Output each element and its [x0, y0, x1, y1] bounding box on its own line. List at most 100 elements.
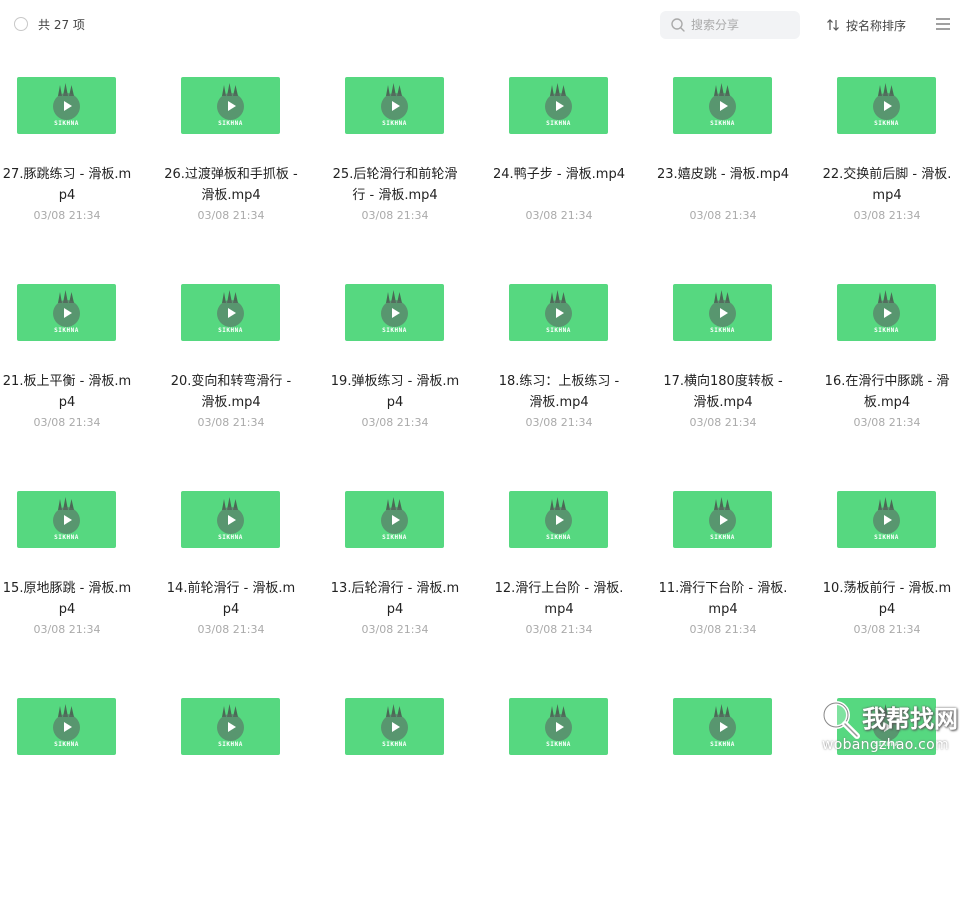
file-name[interactable]: 17.横向180度转板 - 滑板.mp4 — [656, 371, 790, 413]
file-name[interactable]: 23.嬉皮跳 - 滑板.mp4 — [656, 164, 790, 185]
thumbnail-brand: SIKHNA — [546, 741, 571, 748]
file-name[interactable]: 26.过渡弹板和手抓板 - 滑板.mp4 — [164, 164, 298, 206]
file-name[interactable]: 20.变向和转弯滑行 - 滑板.mp4 — [164, 371, 298, 413]
play-icon — [381, 93, 408, 120]
file-time: 03/08 21:34 — [33, 209, 101, 222]
file-card[interactable]: SIKHNA 15.原地豚跳 - 滑板.mp4 03/08 21:34 — [0, 491, 150, 691]
play-icon — [545, 714, 572, 741]
play-icon — [709, 93, 736, 120]
thumbnail-brand: SIKHNA — [710, 534, 735, 541]
file-card[interactable]: SIKHNA 24.鸭子步 - 滑板.mp4 03/08 21:34 — [492, 77, 642, 277]
file-name[interactable]: 27.豚跳练习 - 滑板.mp4 — [0, 164, 134, 206]
video-thumbnail[interactable]: SIKHNA — [17, 491, 116, 548]
file-time: 03/08 21:34 — [33, 416, 101, 429]
video-thumbnail[interactable]: SIKHNA — [837, 698, 936, 755]
video-thumbnail[interactable]: SIKHNA — [17, 77, 116, 134]
thumbnail-brand: SIKHNA — [382, 327, 407, 334]
video-thumbnail[interactable]: SIKHNA — [837, 284, 936, 341]
video-thumbnail[interactable]: SIKHNA — [509, 698, 608, 755]
video-thumbnail[interactable]: SIKHNA — [345, 77, 444, 134]
play-icon — [217, 93, 244, 120]
thumbnail-brand: SIKHNA — [710, 120, 735, 127]
video-thumbnail[interactable]: SIKHNA — [345, 698, 444, 755]
play-icon — [545, 300, 572, 327]
file-name[interactable]: 10.荡板前行 - 滑板.mp4 — [820, 578, 954, 620]
file-card[interactable]: SIKHNA 20.变向和转弯滑行 - 滑板.mp4 03/08 21:34 — [164, 284, 314, 484]
file-name[interactable]: 21.板上平衡 - 滑板.mp4 — [0, 371, 134, 413]
file-name[interactable]: 13.后轮滑行 - 滑板.mp4 — [328, 578, 462, 620]
file-card[interactable]: SIKHNA 25.后轮滑行和前轮滑行 - 滑板.mp4 03/08 21:34 — [328, 77, 478, 277]
file-time: 03/08 21:34 — [525, 623, 593, 636]
video-thumbnail[interactable]: SIKHNA — [673, 491, 772, 548]
file-card[interactable]: SIKHNA 18.练习：上板练习 - 滑板.mp4 03/08 21:34 — [492, 284, 642, 484]
file-card[interactable]: SIKHNA — [820, 698, 970, 898]
file-time: 03/08 21:34 — [361, 209, 429, 222]
file-card[interactable]: SIKHNA — [0, 698, 150, 898]
video-thumbnail[interactable]: SIKHNA — [17, 284, 116, 341]
file-name[interactable]: 11.滑行下台阶 - 滑板.mp4 — [656, 578, 790, 620]
video-thumbnail[interactable]: SIKHNA — [509, 77, 608, 134]
file-card[interactable]: SIKHNA 13.后轮滑行 - 滑板.mp4 03/08 21:34 — [328, 491, 478, 691]
play-icon — [545, 93, 572, 120]
play-icon — [381, 714, 408, 741]
file-card[interactable]: SIKHNA — [492, 698, 642, 898]
video-thumbnail[interactable]: SIKHNA — [673, 284, 772, 341]
file-card[interactable]: SIKHNA 14.前轮滑行 - 滑板.mp4 03/08 21:34 — [164, 491, 314, 691]
file-card[interactable]: SIKHNA 16.在滑行中豚跳 - 滑板.mp4 03/08 21:34 — [820, 284, 970, 484]
file-card[interactable]: SIKHNA — [656, 698, 806, 898]
file-name[interactable]: 15.原地豚跳 - 滑板.mp4 — [0, 578, 134, 620]
video-thumbnail[interactable]: SIKHNA — [181, 77, 280, 134]
file-time: 03/08 21:34 — [33, 623, 101, 636]
file-name[interactable]: 18.练习：上板练习 - 滑板.mp4 — [492, 371, 626, 413]
file-card[interactable]: SIKHNA 27.豚跳练习 - 滑板.mp4 03/08 21:34 — [0, 77, 150, 277]
thumbnail-brand: SIKHNA — [874, 327, 899, 334]
video-thumbnail[interactable]: SIKHNA — [509, 491, 608, 548]
file-time: 03/08 21:34 — [525, 416, 593, 429]
thumbnail-brand: SIKHNA — [54, 327, 79, 334]
video-thumbnail[interactable]: SIKHNA — [673, 77, 772, 134]
file-name[interactable]: 19.弹板练习 - 滑板.mp4 — [328, 371, 462, 413]
video-thumbnail[interactable]: SIKHNA — [17, 698, 116, 755]
file-time: 03/08 21:34 — [197, 209, 265, 222]
video-thumbnail[interactable]: SIKHNA — [181, 698, 280, 755]
video-thumbnail[interactable]: SIKHNA — [509, 284, 608, 341]
play-icon — [709, 507, 736, 534]
file-time: 03/08 21:34 — [853, 416, 921, 429]
file-name[interactable]: 24.鸭子步 - 滑板.mp4 — [492, 164, 626, 185]
file-name[interactable]: 14.前轮滑行 - 滑板.mp4 — [164, 578, 298, 620]
play-icon — [53, 714, 80, 741]
video-thumbnail[interactable]: SIKHNA — [181, 284, 280, 341]
file-card[interactable]: SIKHNA — [164, 698, 314, 898]
file-card[interactable]: SIKHNA 19.弹板练习 - 滑板.mp4 03/08 21:34 — [328, 284, 478, 484]
video-thumbnail[interactable]: SIKHNA — [837, 491, 936, 548]
file-card[interactable]: SIKHNA 11.滑行下台阶 - 滑板.mp4 03/08 21:34 — [656, 491, 806, 691]
video-thumbnail[interactable]: SIKHNA — [673, 698, 772, 755]
video-thumbnail[interactable]: SIKHNA — [345, 284, 444, 341]
thumbnail-brand: SIKHNA — [218, 327, 243, 334]
file-card[interactable]: SIKHNA 21.板上平衡 - 滑板.mp4 03/08 21:34 — [0, 284, 150, 484]
video-thumbnail[interactable]: SIKHNA — [837, 77, 936, 134]
play-icon — [53, 93, 80, 120]
file-name[interactable]: 16.在滑行中豚跳 - 滑板.mp4 — [820, 371, 954, 413]
thumbnail-brand: SIKHNA — [546, 120, 571, 127]
file-card[interactable]: SIKHNA — [328, 698, 478, 898]
file-card[interactable]: SIKHNA 26.过渡弹板和手抓板 - 滑板.mp4 03/08 21:34 — [164, 77, 314, 277]
file-time: 03/08 21:34 — [361, 416, 429, 429]
play-icon — [217, 714, 244, 741]
file-name[interactable]: 12.滑行上台阶 - 滑板.mp4 — [492, 578, 626, 620]
file-card[interactable]: SIKHNA 23.嬉皮跳 - 滑板.mp4 03/08 21:34 — [656, 77, 806, 277]
video-thumbnail[interactable]: SIKHNA — [345, 491, 444, 548]
play-icon — [217, 507, 244, 534]
file-name[interactable]: 25.后轮滑行和前轮滑行 - 滑板.mp4 — [328, 164, 462, 206]
file-card[interactable]: SIKHNA 17.横向180度转板 - 滑板.mp4 03/08 21:34 — [656, 284, 806, 484]
play-icon — [873, 93, 900, 120]
file-card[interactable]: SIKHNA 12.滑行上台阶 - 滑板.mp4 03/08 21:34 — [492, 491, 642, 691]
thumbnail-brand: SIKHNA — [874, 120, 899, 127]
file-name[interactable]: 22.交换前后脚 - 滑板.mp4 — [820, 164, 954, 206]
file-time: 03/08 21:34 — [689, 209, 757, 222]
file-card[interactable]: SIKHNA 10.荡板前行 - 滑板.mp4 03/08 21:34 — [820, 491, 970, 691]
video-thumbnail[interactable]: SIKHNA — [181, 491, 280, 548]
play-icon — [873, 300, 900, 327]
file-card[interactable]: SIKHNA 22.交换前后脚 - 滑板.mp4 03/08 21:34 — [820, 77, 970, 277]
thumbnail-brand: SIKHNA — [710, 327, 735, 334]
